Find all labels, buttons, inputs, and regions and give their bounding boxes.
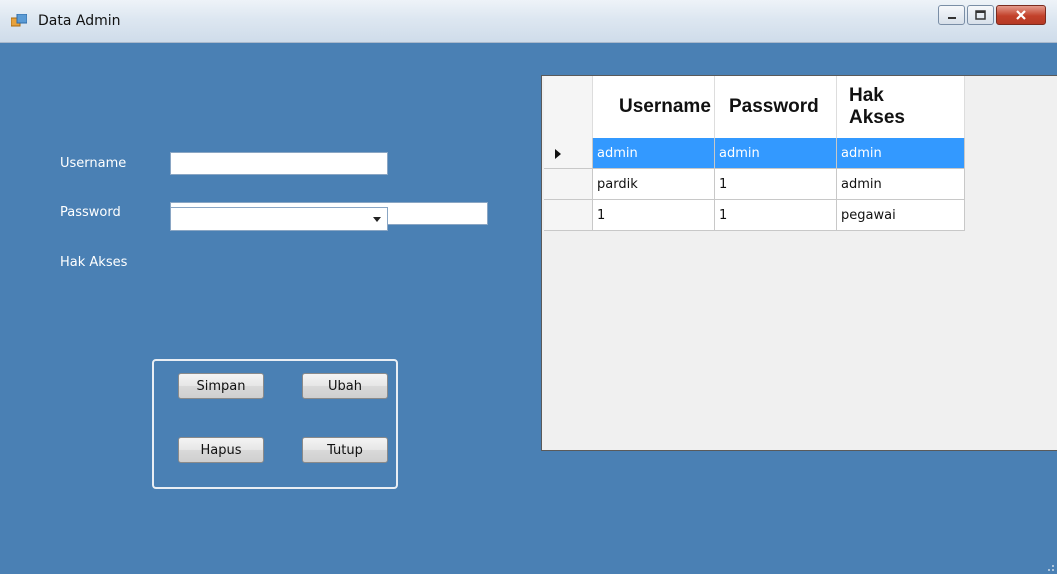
cell-hak-akses[interactable]: admin — [837, 169, 965, 200]
form-body: Username Password Hak Akses Simpan Ubah … — [0, 43, 1057, 574]
close-button[interactable] — [996, 5, 1046, 25]
cell-hak-akses[interactable]: pegawai — [837, 200, 965, 231]
grid-corner-header — [544, 76, 593, 138]
column-header-username[interactable]: Username — [593, 76, 715, 138]
row-header[interactable] — [544, 138, 593, 169]
cell-password[interactable]: 1 — [715, 169, 837, 200]
column-header-hak-akses-line2: Akses — [849, 107, 905, 128]
cell-username[interactable]: 1 — [593, 200, 715, 231]
hak-akses-select[interactable] — [170, 207, 388, 231]
minimize-button[interactable] — [938, 5, 965, 25]
hak-akses-label: Hak Akses — [60, 255, 128, 270]
chevron-down-icon — [373, 217, 381, 222]
app-icon — [11, 14, 27, 27]
data-grid[interactable]: Username Password Hak Akses admin admin … — [541, 75, 1057, 451]
column-header-password[interactable]: Password — [715, 76, 837, 138]
current-row-arrow-icon — [555, 149, 561, 159]
column-header-hak-akses[interactable]: Hak Akses — [837, 76, 965, 138]
minimize-icon — [947, 17, 956, 19]
simpan-button[interactable]: Simpan — [178, 373, 264, 399]
tutup-button[interactable]: Tutup — [302, 437, 388, 463]
cell-password[interactable]: 1 — [715, 200, 837, 231]
username-label: Username — [60, 156, 127, 171]
title-bar: Data Admin — [0, 0, 1057, 43]
window-title: Data Admin — [38, 13, 121, 29]
resize-grip-icon[interactable] — [1045, 562, 1055, 572]
close-icon — [1016, 10, 1026, 20]
column-header-hak-akses-line1: Hak — [849, 85, 884, 106]
button-group: Simpan Ubah Hapus Tutup — [152, 359, 398, 489]
row-header[interactable] — [544, 169, 593, 200]
maximize-icon — [975, 10, 986, 20]
ubah-button[interactable]: Ubah — [302, 373, 388, 399]
cell-password[interactable]: admin — [715, 138, 837, 169]
maximize-button[interactable] — [967, 5, 994, 25]
hapus-button[interactable]: Hapus — [178, 437, 264, 463]
cell-username[interactable]: pardik — [593, 169, 715, 200]
cell-username[interactable]: admin — [593, 138, 715, 169]
password-label: Password — [60, 205, 121, 220]
username-input[interactable] — [170, 152, 388, 175]
row-header[interactable] — [544, 200, 593, 231]
cell-hak-akses[interactable]: admin — [837, 138, 965, 169]
